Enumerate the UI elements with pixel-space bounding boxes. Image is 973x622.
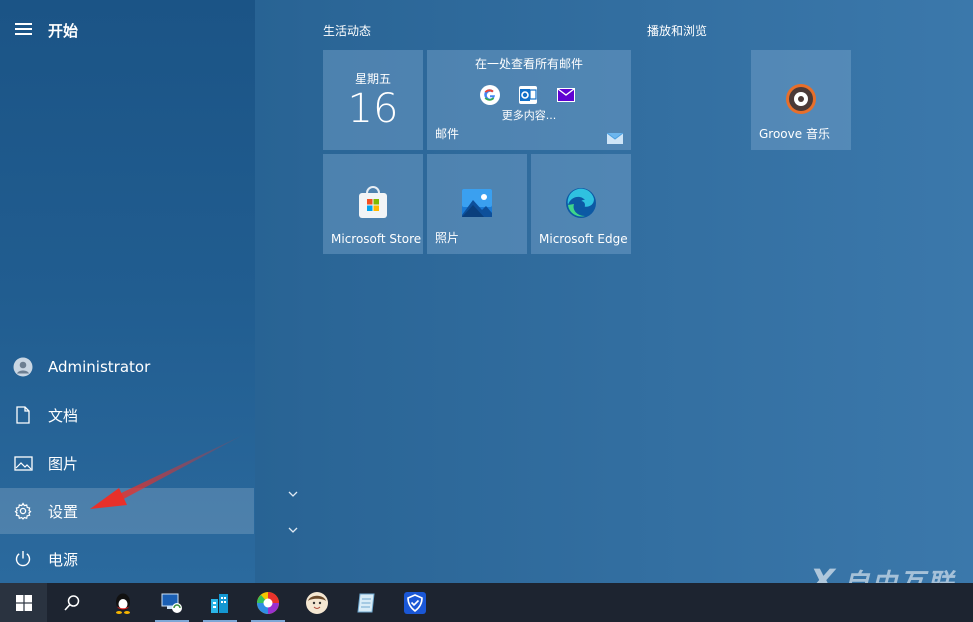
start-header: 开始 (0, 10, 255, 50)
user-account-icon (13, 357, 33, 377)
taskbar (0, 583, 973, 622)
mail-headline: 在一处查看所有邮件 (474, 57, 583, 71)
tile-label: Microsoft Edge (539, 232, 628, 246)
rail-item-label: 文档 (48, 406, 79, 425)
tile-label: Groove 音乐 (759, 127, 830, 141)
taskbar-app-buildings[interactable] (196, 583, 244, 622)
edge-browser-icon (566, 188, 596, 218)
taskbar-app-network[interactable] (148, 583, 196, 622)
hamburger-menu-icon[interactable] (15, 23, 32, 35)
pictures-icon (13, 453, 33, 473)
mail-more: 更多内容... (501, 109, 557, 122)
taskbar-app-notepad[interactable] (342, 583, 390, 622)
start-button[interactable] (0, 583, 47, 622)
shield-check-icon (404, 591, 426, 614)
tile-mail[interactable]: 在一处查看所有邮件 更多内容... 邮件 (427, 50, 631, 150)
rail-item-settings[interactable]: 设置 (0, 488, 254, 534)
mail-provider-icons (479, 84, 589, 106)
rail-item-account[interactable]: Administrator (0, 344, 254, 390)
chevron-down-icon[interactable] (286, 489, 300, 499)
groove-music-icon (786, 84, 816, 114)
color-wheel-icon (257, 591, 279, 614)
power-icon (13, 549, 33, 569)
rail-item-power[interactable]: 电源 (0, 536, 254, 582)
chevron-down-icon[interactable] (286, 525, 300, 535)
start-title: 开始 (48, 22, 79, 40)
outlook-icon (519, 86, 537, 104)
rail-item-pictures[interactable]: 图片 (0, 440, 254, 486)
taskbar-app-avatar[interactable] (293, 583, 341, 622)
qq-penguin-icon (116, 593, 130, 614)
rail-item-label: Administrator (48, 358, 151, 376)
group-title-life[interactable]: 生活动态 (323, 22, 371, 39)
tile-label: Microsoft Store (331, 232, 422, 246)
google-icon (480, 85, 500, 105)
store-bag-icon (359, 186, 387, 218)
taskbar-app-qq[interactable] (99, 583, 147, 622)
tile-photos[interactable]: 照片 (427, 154, 527, 254)
rail-item-label: 电源 (48, 550, 79, 569)
windows-logo-icon (15, 594, 32, 611)
search-icon (64, 594, 80, 611)
rail-item-label: 图片 (48, 454, 79, 473)
document-icon (13, 405, 33, 425)
rail-item-documents[interactable]: 文档 (0, 392, 254, 438)
buildings-icon (211, 593, 228, 613)
gear-icon (13, 501, 33, 521)
tile-microsoft-store[interactable]: Microsoft Store (323, 154, 423, 254)
network-computer-icon (161, 593, 182, 613)
cartoon-avatar-icon (306, 591, 328, 614)
notepad-icon (357, 593, 375, 612)
mail-envelope-icon (607, 132, 623, 144)
group-title-play[interactable]: 播放和浏览 (647, 22, 707, 39)
tile-label: 照片 (435, 231, 460, 245)
yahoo-mail-icon (557, 88, 575, 102)
taskbar-search-button[interactable] (48, 583, 96, 622)
start-menu-rail: 开始 Administrator 文档 图片 设置 电源 (0, 0, 255, 583)
tile-label: 邮件 (435, 127, 460, 141)
tile-groove-music[interactable]: Groove 音乐 (751, 50, 851, 150)
taskbar-app-color-wheel[interactable] (244, 583, 292, 622)
tile-microsoft-edge[interactable]: Microsoft Edge (531, 154, 631, 254)
taskbar-app-shield[interactable] (391, 583, 439, 622)
photos-icon (462, 189, 492, 217)
rail-item-label: 设置 (48, 502, 79, 521)
calendar-day: 16 (347, 86, 399, 132)
tile-calendar[interactable]: 星期五 16 (323, 50, 423, 150)
